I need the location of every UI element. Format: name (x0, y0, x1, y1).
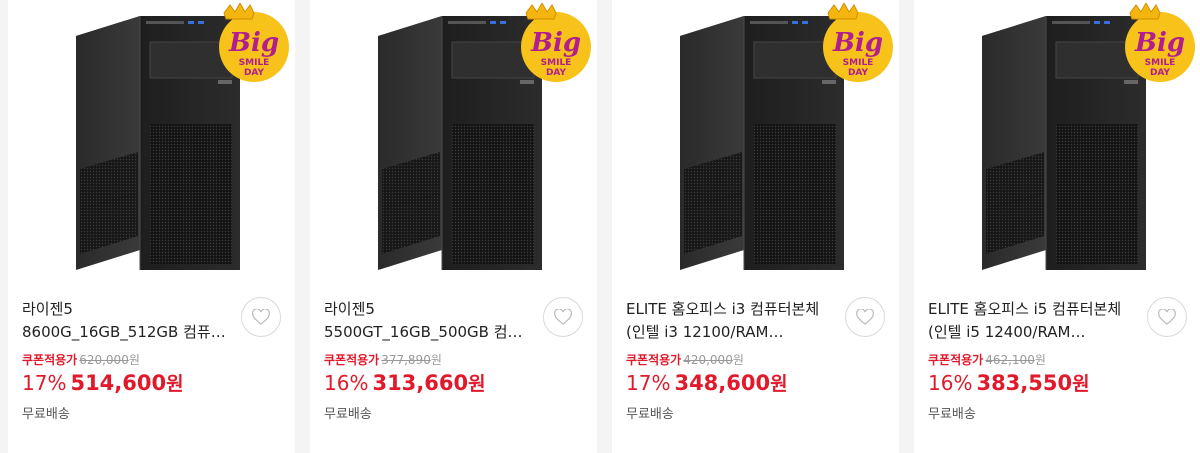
product-title[interactable]: ELITE 홈오피스 i3 컴퓨터본체 (인텔 i3 12100/RAM… (626, 298, 836, 344)
coupon-label: 쿠폰적용가 (22, 353, 78, 367)
product-image[interactable] (914, 0, 1200, 283)
big-smile-day-badge (520, 3, 592, 83)
coupon-price-row: 쿠폰적용가 377,890원 (324, 352, 442, 368)
sale-price-unit: 원 (166, 373, 184, 395)
sale-price: 348,600 (674, 371, 771, 395)
big-smile-day-badge (1124, 3, 1196, 83)
sale-price-unit: 원 (770, 373, 788, 395)
shipping-info: 무료배송 (324, 407, 372, 422)
big-smile-day-badge (218, 3, 290, 83)
wishlist-button[interactable] (1147, 297, 1187, 337)
coupon-price-row: 쿠폰적용가 620,000원 (22, 352, 140, 368)
discount-rate: 17% (22, 371, 67, 395)
product-card[interactable]: ELITE 홈오피스 i5 컴퓨터본체 (인텔 i5 12400/RAM… 쿠폰… (914, 0, 1200, 453)
price-row: 17% 514,600원 (22, 368, 184, 400)
product-card[interactable]: 라이젠5 8600G_16GB_512GB 컴퓨… 쿠폰적용가 620,000원 … (8, 0, 295, 453)
product-title[interactable]: ELITE 홈오피스 i5 컴퓨터본체 (인텔 i5 12400/RAM… (928, 298, 1138, 344)
heart-outline-icon (856, 309, 874, 325)
product-title[interactable]: 라이젠5 8600G_16GB_512GB 컴퓨… (22, 298, 232, 344)
original-price: 462,100 (985, 353, 1035, 367)
heart-outline-icon (554, 309, 572, 325)
original-price-unit: 원 (732, 353, 744, 367)
price-row: 16% 383,550원 (928, 368, 1090, 400)
shipping-info: 무료배송 (626, 407, 674, 422)
product-title-line2: 8600G_16GB_512GB 컴퓨… (22, 323, 226, 341)
shipping-info: 무료배송 (22, 407, 70, 422)
wishlist-button[interactable] (845, 297, 885, 337)
discount-rate: 16% (324, 371, 369, 395)
coupon-label: 쿠폰적용가 (928, 353, 984, 367)
product-title-line2: (인텔 i5 12400/RAM… (928, 323, 1086, 341)
sale-price: 514,600 (70, 371, 167, 395)
discount-rate: 17% (626, 371, 671, 395)
product-card[interactable]: 라이젠5 5500GT_16GB_500GB 컴… 쿠폰적용가 377,890원 … (310, 0, 597, 453)
wishlist-button[interactable] (543, 297, 583, 337)
product-title-line2: 5500GT_16GB_500GB 컴… (324, 323, 523, 341)
sale-price: 313,660 (372, 371, 469, 395)
original-price: 377,890 (381, 353, 431, 367)
original-price: 620,000 (79, 353, 129, 367)
original-price-unit: 원 (1034, 353, 1046, 367)
product-title-line1: ELITE 홈오피스 i5 컴퓨터본체 (928, 300, 1122, 318)
original-price: 420,000 (683, 353, 733, 367)
price-row: 16% 313,660원 (324, 368, 486, 400)
sale-price-unit: 원 (468, 373, 486, 395)
sale-price-unit: 원 (1072, 373, 1090, 395)
coupon-price-row: 쿠폰적용가 420,000원 (626, 352, 744, 368)
heart-outline-icon (252, 309, 270, 325)
product-image[interactable] (8, 0, 295, 283)
product-card[interactable]: ELITE 홈오피스 i3 컴퓨터본체 (인텔 i3 12100/RAM… 쿠폰… (612, 0, 899, 453)
product-image[interactable] (612, 0, 899, 283)
coupon-label: 쿠폰적용가 (324, 353, 380, 367)
product-title[interactable]: 라이젠5 5500GT_16GB_500GB 컴… (324, 298, 534, 344)
price-row: 17% 348,600원 (626, 368, 788, 400)
wishlist-button[interactable] (241, 297, 281, 337)
original-price-unit: 원 (430, 353, 442, 367)
sale-price: 383,550 (976, 371, 1073, 395)
big-smile-day-badge (822, 3, 894, 83)
coupon-label: 쿠폰적용가 (626, 353, 682, 367)
coupon-price-row: 쿠폰적용가 462,100원 (928, 352, 1046, 368)
original-price-unit: 원 (128, 353, 140, 367)
product-title-line1: 라이젠5 (22, 300, 73, 318)
product-title-line1: 라이젠5 (324, 300, 375, 318)
product-title-line2: (인텔 i3 12100/RAM… (626, 323, 784, 341)
product-title-line1: ELITE 홈오피스 i3 컴퓨터본체 (626, 300, 820, 318)
discount-rate: 16% (928, 371, 973, 395)
heart-outline-icon (1158, 309, 1176, 325)
product-image[interactable] (310, 0, 597, 283)
shipping-info: 무료배송 (928, 407, 976, 422)
